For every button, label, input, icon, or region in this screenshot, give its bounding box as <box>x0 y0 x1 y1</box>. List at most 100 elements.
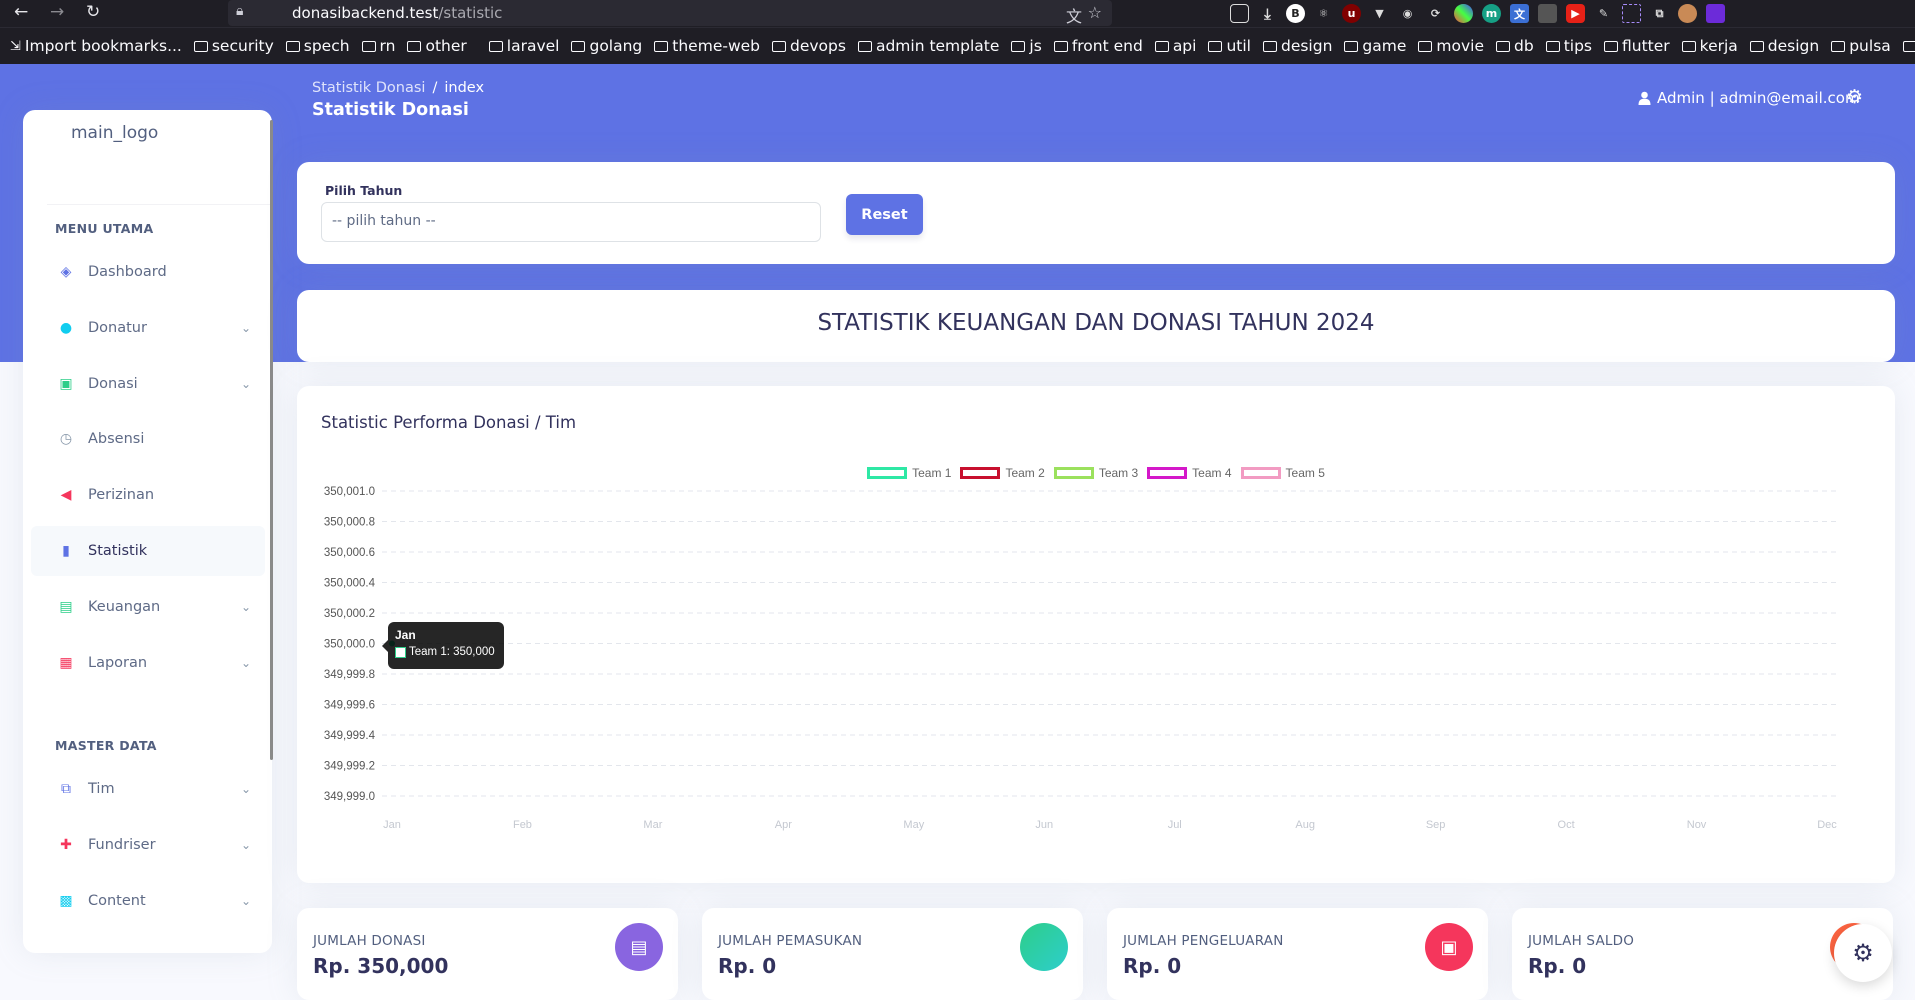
folder-icon <box>361 40 376 52</box>
bookmark-folder[interactable]: spech <box>285 37 350 55</box>
sidebar-item-perizinan[interactable]: ◀ Perizinan <box>31 470 265 520</box>
sidebar-item-label: Dashboard <box>88 264 167 280</box>
sidebar-item-donasi[interactable]: ▣ Donasi ⌄ <box>31 359 265 409</box>
vue-devtools-icon[interactable]: ▼ <box>1370 4 1389 23</box>
settings-gear-icon[interactable]: ⚙ <box>1846 86 1863 108</box>
bookmark-folder[interactable]: api <box>1154 37 1196 55</box>
bookmark-folder[interactable]: other <box>407 37 467 55</box>
bookmark-folder[interactable]: tips <box>1545 37 1592 55</box>
bookmark-star-icon[interactable]: ☆ <box>1088 3 1102 22</box>
profile-avatar-icon[interactable] <box>1678 4 1697 23</box>
year-filter-label: Pilih Tahun <box>325 183 403 198</box>
bookmark-folder[interactable]: flutter <box>1604 37 1670 55</box>
stat-heading-card: STATISTIK KEUANGAN DAN DONASI TAHUN 2024 <box>297 290 1895 362</box>
bookmark-folder[interactable]: pulsa <box>1831 37 1891 55</box>
x-tick-label: Jul <box>1168 819 1182 831</box>
colorzilla-icon[interactable] <box>1454 4 1473 23</box>
url-bar[interactable]: 🔒︎ donasibackend.test/statistic 文 ☆ <box>228 0 1112 26</box>
extension-new-icon[interactable] <box>1538 4 1557 23</box>
summary-card-value: Rp. 350,000 <box>313 954 449 978</box>
bookmark-folder[interactable]: design <box>1262 37 1333 55</box>
bookmark-folder[interactable]: kerja <box>1681 37 1738 55</box>
sidebar-item-absensi[interactable]: ◷ Absensi <box>31 414 265 464</box>
settings-fab-gear-icon[interactable]: ⚙ <box>1834 924 1892 982</box>
extension-b-icon[interactable]: B <box>1286 4 1305 23</box>
sidebar-item-donatur[interactable]: ● Donatur ⌄ <box>31 303 265 353</box>
chevron-down-icon: ⌄ <box>240 837 251 852</box>
summary-card: JUMLAH DONASI Rp. 350,000 ▤ <box>297 908 678 1000</box>
bookmark-folder[interactable]: admin template <box>857 37 999 55</box>
breadcrumb-parent[interactable]: Statistik Donasi <box>312 80 425 96</box>
extension-24-icon[interactable] <box>1706 4 1725 23</box>
y-tick-label: 349,999.8 <box>324 669 375 681</box>
chart-card: Statistic Performa Donasi / Tim Team 1 Te… <box>297 386 1895 883</box>
bookmark-folder[interactable]: front end <box>1053 37 1143 55</box>
bookmark-folder[interactable]: rn <box>361 37 395 55</box>
y-tick-label: 349,999.4 <box>324 730 376 742</box>
folder-icon <box>1681 40 1696 52</box>
folder-icon <box>1902 40 1915 52</box>
bookmark-folder[interactable]: devops <box>772 37 846 55</box>
x-tick-label: Aug <box>1295 819 1315 831</box>
folder-icon <box>1053 40 1068 52</box>
sidebar-item-keuangan[interactable]: ▤ Keuangan ⌄ <box>31 582 265 632</box>
bookmark-folder[interactable]: design <box>1749 37 1819 55</box>
forward-arrow-icon[interactable]: → <box>50 2 64 22</box>
download-icon[interactable]: ⤓ <box>1258 4 1277 23</box>
bookmark-folder[interactable]: golang <box>571 37 642 55</box>
bookmark-folder[interactable]: mail server <box>1902 37 1915 55</box>
extension-m-icon[interactable]: m <box>1482 4 1501 23</box>
sidebar-scrollbar[interactable] <box>270 120 273 760</box>
sidebar-item-content[interactable]: ▩ Content ⌄ <box>31 876 265 926</box>
youtube-icon[interactable]: ▶ <box>1566 4 1585 23</box>
expense-icon: ▣ <box>1425 923 1473 971</box>
year-select[interactable]: -- pilih tahun -- <box>321 202 821 242</box>
summary-card-value: Rp. 0 <box>1528 954 1587 978</box>
user-menu[interactable]: Admin | admin@email.com <box>1638 89 1860 107</box>
breadcrumb: Statistik Donasi / index <box>312 80 485 96</box>
bookmark-folder[interactable]: util <box>1208 37 1251 55</box>
bookmark-label: js <box>1029 37 1042 55</box>
sidebar-item-tim[interactable]: ⧉ Tim ⌄ <box>31 764 265 814</box>
translate-icon[interactable]: 文 <box>1066 3 1082 27</box>
screenshot-icon[interactable] <box>1622 4 1641 23</box>
sidebar-item-label: Content <box>88 892 146 909</box>
sidebar-item-fundriser[interactable]: ✚ Fundriser ⌄ <box>31 820 265 870</box>
sync-icon[interactable]: ⟳ <box>1426 4 1445 23</box>
bookmark-folder[interactable]: theme-web <box>654 37 760 55</box>
bookmark-import[interactable]: ⇲ Import bookmarks... <box>10 37 182 55</box>
x-tick-label: Feb <box>513 819 532 831</box>
bookmark-folder[interactable]: laravel <box>488 37 559 55</box>
bookmark-label: design <box>1280 37 1333 55</box>
main-logo[interactable]: main_logo <box>71 123 158 143</box>
bookmark-label: tips <box>1563 37 1592 55</box>
react-devtools-icon[interactable]: ⚛ <box>1314 4 1333 23</box>
reload-icon[interactable]: ↻ <box>86 2 100 22</box>
pen-icon[interactable]: ✎ <box>1594 4 1613 23</box>
x-tick-label: Oct <box>1558 819 1575 831</box>
sidebar-divider <box>47 204 272 205</box>
bookmark-folder[interactable]: db <box>1496 37 1534 55</box>
translator-icon[interactable]: 文 <box>1510 4 1529 23</box>
bookmark-folder[interactable]: security <box>193 37 274 55</box>
summary-card-value: Rp. 0 <box>1123 954 1182 978</box>
extensions-puzzle-icon[interactable]: ⧉ <box>1650 4 1669 23</box>
sidebar-item-dashboard[interactable]: ◈ Dashboard <box>31 247 265 297</box>
ublock-icon[interactable]: u <box>1342 4 1361 23</box>
sidebar-item-laporan[interactable]: ▦ Laporan ⌄ <box>31 638 265 688</box>
section-heading-main: MENU UTAMA <box>55 221 154 236</box>
chevron-down-icon: ⌄ <box>240 599 251 614</box>
bookmark-folder[interactable]: js <box>1011 37 1042 55</box>
color-picker-icon[interactable]: ◉ <box>1398 4 1417 23</box>
pocket-icon[interactable] <box>1230 4 1249 23</box>
user-icon: ● <box>59 319 73 336</box>
back-arrow-icon[interactable]: ← <box>14 2 28 22</box>
reset-button[interactable]: Reset <box>846 194 923 235</box>
bookmark-folder[interactable]: movie <box>1418 37 1484 55</box>
sidebar-item-statistik[interactable]: ▮ Statistik <box>31 526 265 576</box>
folder-icon <box>1496 40 1510 52</box>
folder-icon <box>193 40 208 52</box>
summary-card-label: JUMLAH PEMASUKAN <box>718 933 863 949</box>
bookmark-folder[interactable]: game <box>1344 37 1406 55</box>
megaphone-icon: ◀ <box>60 487 72 504</box>
